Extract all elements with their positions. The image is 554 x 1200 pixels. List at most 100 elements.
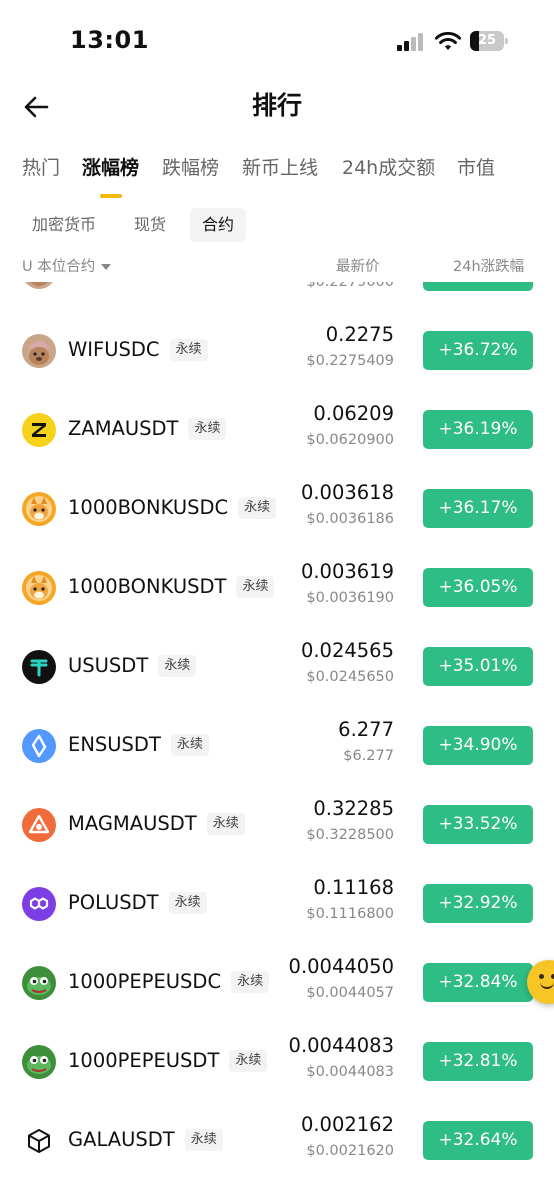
change-badge[interactable]: +36.79% xyxy=(423,282,533,291)
change-badge[interactable]: +33.52% xyxy=(423,805,533,844)
contract-type-label: U 本位合约 xyxy=(22,259,96,275)
list-item[interactable]: 1000BONKUSDC 永续 0.003618 $0.0036186 +36.17% xyxy=(0,469,554,548)
coin-symbol: 1000BONKUSDC xyxy=(68,496,229,519)
list-item[interactable]: WIFUSDT永续 $0.2279000 +36.79% xyxy=(0,282,554,311)
tab-new-listings[interactable]: 新币上线 xyxy=(242,154,318,182)
coin-symbol: 1000PEPEUSDT xyxy=(68,1049,220,1072)
list-item[interactable]: ZAMAUSDT 永续 0.06209 $0.0620900 +36.19% xyxy=(0,390,554,469)
change-badge[interactable]: +34.90% xyxy=(423,726,533,765)
symbol-group: ZAMAUSDT 永续 xyxy=(68,414,227,444)
last-price: 0.2275 xyxy=(325,323,394,346)
bonk-icon xyxy=(22,571,56,605)
tab-gainers[interactable]: 涨幅榜 xyxy=(82,154,139,182)
coin-symbol: 1000BONKUSDT xyxy=(68,575,227,598)
ranking-list[interactable]: WIFUSDT永续 $0.2279000 +36.79% WIFUSDC 永续 0.227… xyxy=(0,282,554,1200)
caret-down-icon xyxy=(101,264,112,270)
pepe-icon xyxy=(22,966,56,1000)
coin-symbol: ZAMAUSDT xyxy=(68,417,179,440)
column-header-price[interactable]: 最新价 xyxy=(336,256,380,278)
tab-market-cap[interactable]: 市值 xyxy=(457,154,495,182)
contract-type-dropdown[interactable]: U 本位合约 xyxy=(22,256,112,278)
perpetual-badge: 永续 xyxy=(169,339,208,361)
ranking-tabs: 热门 涨幅榜 跌幅榜 新币上线 24h成交额 市值 xyxy=(0,150,554,200)
bonk-icon xyxy=(22,492,56,526)
usd-price: $0.1116800 xyxy=(306,906,394,922)
change-badge[interactable]: +36.72% xyxy=(423,331,533,370)
list-item[interactable]: POLUSDT 永续 0.11168 $0.1116800 +32.92% xyxy=(0,864,554,943)
zama-icon xyxy=(22,413,56,447)
coin-symbol: USUSDT xyxy=(68,654,149,677)
list-item[interactable]: WIFUSDC 永续 0.2275 $0.2275409 +36.72% xyxy=(0,311,554,390)
perpetual-badge: 永续 xyxy=(231,971,270,993)
status-time: 13:01 xyxy=(70,26,149,54)
symbol-group: USUSDT 永续 xyxy=(68,651,197,681)
perpetual-badge: 永续 xyxy=(229,1050,268,1072)
subtab-crypto[interactable]: 加密货币 xyxy=(32,208,96,242)
list-item[interactable]: GALAUSDT 永续 0.002162 $0.0021620 +32.64% xyxy=(0,1101,554,1180)
usd-price: $0.2275409 xyxy=(306,353,394,369)
coin-symbol: MAGMAUSDT xyxy=(68,812,197,835)
active-tab-indicator xyxy=(100,194,122,198)
symbol-group: 1000BONKUSDC 永续 xyxy=(68,493,277,523)
change-badge[interactable]: +36.05% xyxy=(423,568,533,607)
symbol-group: WIFUSDT永续 xyxy=(68,282,206,286)
usd-price: $0.0245650 xyxy=(306,669,394,685)
coin-symbol: 1000PEPEUSDC xyxy=(68,970,222,993)
perpetual-badge: 永续 xyxy=(238,497,277,519)
perpetual-badge: 永续 xyxy=(158,655,197,677)
tab-losers[interactable]: 跌幅榜 xyxy=(162,154,219,182)
us-icon xyxy=(22,650,56,684)
tab-hot[interactable]: 热门 xyxy=(22,154,60,182)
list-item[interactable]: USUSDT 永续 0.024565 $0.0245650 +35.01% xyxy=(0,627,554,706)
last-price: 0.002162 xyxy=(300,1113,394,1136)
change-badge[interactable]: +36.19% xyxy=(423,410,533,449)
symbol-group: GALAUSDT 永续 xyxy=(68,1125,223,1155)
last-price: 0.0044050 xyxy=(288,955,394,978)
list-item[interactable]: 1000BONKUSDT 永续 0.003619 $0.0036190 +36.05% xyxy=(0,548,554,627)
coin-symbol: WIFUSDC xyxy=(68,338,160,361)
battery-percent: 25 xyxy=(477,33,497,48)
last-price: 0.003618 xyxy=(300,481,394,504)
change-badge[interactable]: +32.64% xyxy=(423,1121,533,1160)
last-price: 0.0044083 xyxy=(288,1034,394,1057)
perpetual-badge: 永续 xyxy=(170,734,209,756)
change-badge[interactable]: +32.92% xyxy=(423,884,533,923)
list-item[interactable]: 1000PEPEUSDT 永续 0.0044083 $0.0044083 +32.81% xyxy=(0,1022,554,1101)
pepe-icon xyxy=(22,1045,56,1079)
perpetual-badge: 永续 xyxy=(188,418,227,440)
wif-dog-icon xyxy=(22,334,56,368)
coin-symbol: POLUSDT xyxy=(68,891,159,914)
list-item[interactable]: ENSUSDT 永续 6.277 $6.277 +34.90% xyxy=(0,706,554,785)
page-title: 排行 xyxy=(251,91,302,120)
list-item[interactable]: MAGMAUSDT 永续 0.32285 $0.3228500 +33.52% xyxy=(0,785,554,864)
change-badge[interactable]: +36.17% xyxy=(423,489,533,528)
last-price: 0.003619 xyxy=(300,560,394,583)
symbol-group: MAGMAUSDT 永续 xyxy=(68,809,245,839)
perpetual-badge: 永续 xyxy=(168,892,207,914)
change-badge[interactable]: +35.01% xyxy=(423,647,533,686)
symbol-group: WIFUSDC 永续 xyxy=(68,335,208,365)
subtab-futures[interactable]: 合约 xyxy=(190,208,247,242)
tab-24h-volume[interactable]: 24h成交额 xyxy=(342,154,435,182)
magma-icon xyxy=(22,808,56,842)
usd-price: $0.0021620 xyxy=(306,1143,394,1159)
last-price: 0.11168 xyxy=(313,876,394,899)
last-price: 0.06209 xyxy=(313,402,394,425)
wif-dog-icon xyxy=(22,282,56,289)
symbol-group: ENSUSDT 永续 xyxy=(68,730,209,760)
column-header-change[interactable]: 24h涨跌幅 xyxy=(453,256,524,278)
subtab-spot[interactable]: 现货 xyxy=(134,208,166,242)
change-badge[interactable]: +32.84% xyxy=(423,963,533,1002)
usd-price: $0.2279000 xyxy=(306,282,394,290)
usd-price: $0.3228500 xyxy=(306,827,394,843)
usd-price: $0.0044057 xyxy=(306,985,394,1001)
symbol-group: 1000PEPEUSDC 永续 xyxy=(68,967,270,997)
coin-symbol: GALAUSDT xyxy=(68,1128,175,1151)
change-badge[interactable]: +32.81% xyxy=(423,1042,533,1081)
usd-price: $0.0044083 xyxy=(306,1064,394,1080)
usd-price: $0.0036190 xyxy=(306,590,394,606)
list-item[interactable]: 1000PEPEUSDC 永续 0.0044050 $0.0044057 +32.84% xyxy=(0,943,554,1022)
last-price: 0.32285 xyxy=(313,797,394,820)
symbol-group: POLUSDT 永续 xyxy=(68,888,207,918)
last-price: 0.024565 xyxy=(300,639,394,662)
